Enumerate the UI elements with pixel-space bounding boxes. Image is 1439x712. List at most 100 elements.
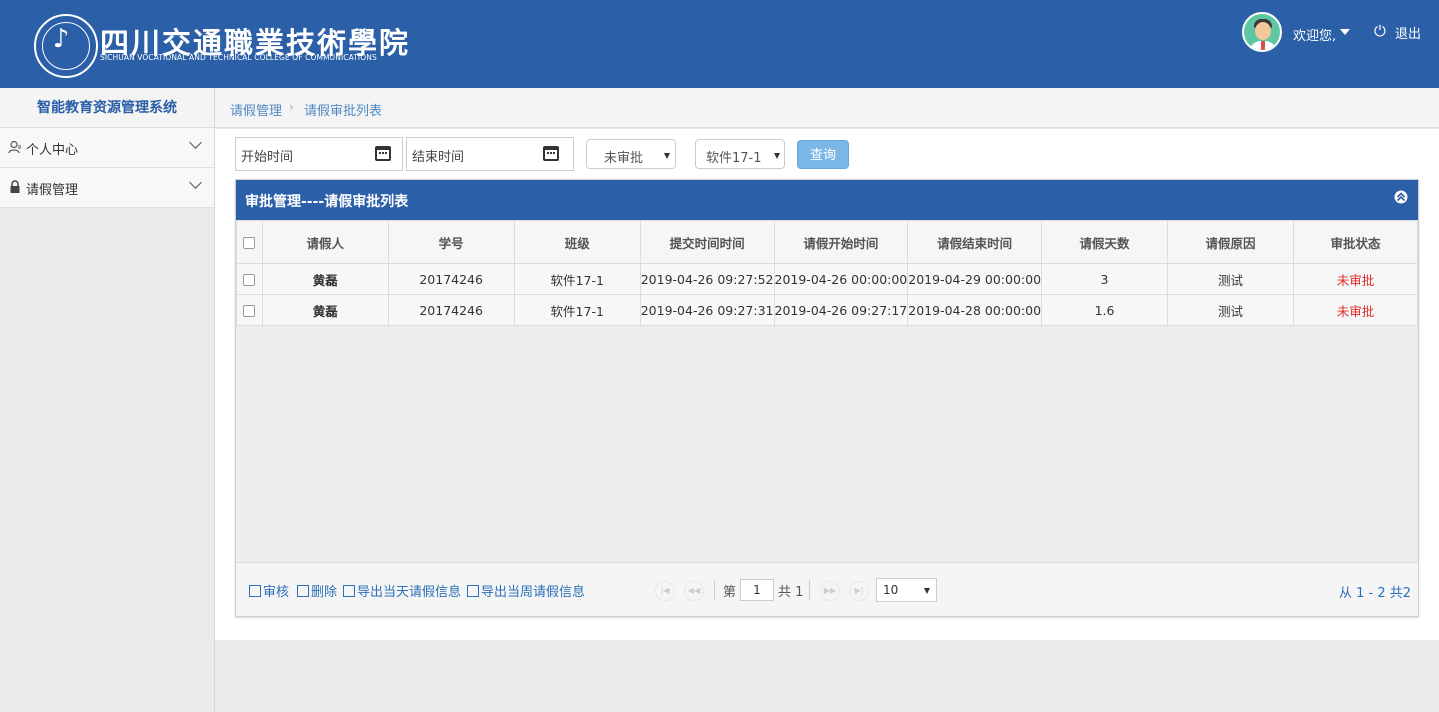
logo-emblem-icon: ♪ [52,24,70,54]
select-all-cell [236,220,263,264]
status-select-value: 未审批 [604,151,644,166]
page-number-input[interactable]: 1 [740,579,774,601]
breadcrumb-item-leave-management[interactable]: 请假管理 [230,100,282,119]
table-header-row: 请假人 学号 班级 提交时间时间 请假开始时间 请假结束时间 请假天数 请假原因… [236,220,1419,264]
start-time-input[interactable]: 开始时间 [235,137,403,171]
dropdown-arrow-icon [664,153,670,159]
cell-student-id: 20174246 [387,263,515,295]
logout-link[interactable]: 退出 [1395,23,1421,42]
delete-action-label: 删除 [311,585,338,600]
edit-icon [343,585,355,597]
avatar-tie [1261,41,1265,50]
breadcrumb-item-approval-list[interactable]: 请假审批列表 [304,100,382,119]
end-time-input[interactable]: 结束时间 [406,137,574,171]
class-select[interactable]: 软件17-1 [695,139,785,169]
column-header[interactable]: 审批状态 [1292,220,1419,264]
delete-action[interactable]: 删除 [297,581,337,600]
cell-end-time: 2019-04-29 00:00:00 [907,263,1043,295]
cell-start-time: 2019-04-26 09:27:17 [773,294,909,326]
sidebar-item-leave-management[interactable]: 请假管理 [0,168,214,208]
collapse-icon[interactable] [1394,189,1408,205]
edit-icon [297,585,309,597]
cell-start-time: 2019-04-26 00:00:00 [773,263,909,295]
pager-divider [809,580,810,600]
next-page-icon[interactable]: ▶▶ [820,581,840,601]
cell-reason: 测试 [1166,294,1294,326]
column-header[interactable]: 请假原因 [1166,220,1294,264]
column-header[interactable]: 请假人 [261,220,389,264]
page-size-select[interactable]: 10 [876,578,937,602]
sidebar: 智能教育资源管理系统 个人中心 请假管理 [0,88,215,712]
cell-submit-time: 2019-04-26 09:27:52 [639,263,775,295]
approve-action-label: 审核 [263,585,290,600]
cell-end-time: 2019-04-28 00:00:00 [907,294,1043,326]
sidebar-item-personal-center[interactable]: 个人中心 [0,128,214,168]
select-all-checkbox[interactable] [243,237,256,249]
record-range: 从 1 - 2 共2 [1339,586,1412,601]
column-header[interactable]: 学号 [387,220,515,264]
table-row[interactable]: 黄磊 20174246 软件17-1 2019-04-26 09:27:52 2… [236,263,1419,295]
row-checkbox[interactable] [243,305,256,317]
row-select-cell [236,263,263,295]
row-checkbox[interactable] [243,274,256,286]
school-logo: ♪ [34,14,98,78]
welcome-text[interactable]: 欢迎您, [1293,25,1336,44]
export-today-label: 导出当天请假信息 [357,585,462,600]
panel-footer: 审核 删除 导出当天请假信息 导出当周请假信息 |◀ ◀◀ 第 1 共 1 ▶▶… [236,562,1418,616]
last-page-icon[interactable]: ▶| [849,581,869,601]
cell-submit-time: 2019-04-26 09:27:31 [639,294,775,326]
export-week-label: 导出当周请假信息 [481,585,586,600]
top-header: ♪ 四川交通職業技術學院 SICHUAN VOCATIONAL AND TECH… [0,0,1439,88]
cell-applicant: 黄磊 [261,263,389,295]
page-total: 共 1 [778,585,804,600]
calendar-icon[interactable] [543,146,559,161]
column-header[interactable]: 请假开始时间 [773,220,909,264]
breadcrumb: 请假管理 › 请假审批列表 [215,88,1439,128]
dropdown-arrow-icon [774,153,780,159]
chevron-down-icon [189,176,202,189]
status-select[interactable]: 未审批 [586,139,676,169]
cell-class: 软件17-1 [513,263,641,295]
table-row[interactable]: 黄磊 20174246 软件17-1 2019-04-26 09:27:31 2… [236,294,1419,326]
first-page-icon[interactable]: |◀ [655,581,675,601]
cell-applicant: 黄磊 [261,294,389,326]
column-header[interactable]: 班级 [513,220,641,264]
query-button[interactable]: 查询 [797,140,849,169]
calendar-icon[interactable] [375,146,391,161]
school-name-en: SICHUAN VOCATIONAL AND TECHNICAL COLLEGE… [100,53,377,62]
pager-divider [714,580,715,600]
cell-status: 未审批 [1292,263,1419,295]
system-title: 智能教育资源管理系统 [0,88,214,128]
user-avatar[interactable] [1242,12,1282,52]
lock-icon [8,180,22,194]
cell-student-id: 20174246 [387,294,515,326]
column-header[interactable]: 提交时间时间 [639,220,775,264]
column-header[interactable]: 请假天数 [1041,220,1168,264]
cell-status: 未审批 [1292,294,1419,326]
start-time-placeholder: 开始时间 [241,150,294,165]
user-icon [8,140,22,154]
prev-page-icon[interactable]: ◀◀ [684,581,704,601]
class-select-value: 软件17-1 [706,151,762,166]
approval-table: 请假人 学号 班级 提交时间时间 请假开始时间 请假结束时间 请假天数 请假原因… [236,220,1419,326]
export-week-action[interactable]: 导出当周请假信息 [467,581,585,600]
sidebar-item-label: 个人中心 [26,143,79,158]
approve-action[interactable]: 审核 [249,581,289,600]
panel-title: 审批管理----请假审批列表 [245,194,409,210]
edit-icon [249,585,261,597]
chevron-down-icon [189,136,202,149]
cell-days: 1.6 [1041,294,1168,326]
export-today-action[interactable]: 导出当天请假信息 [343,581,461,600]
user-menu-caret-icon[interactable] [1340,29,1350,35]
page-size-value: 10 [883,583,899,597]
cell-class: 软件17-1 [513,294,641,326]
breadcrumb-separator-icon: › [289,100,294,114]
edit-icon [467,585,479,597]
end-time-placeholder: 结束时间 [412,150,465,165]
power-icon[interactable]: ⏻ [1374,22,1386,40]
page-prefix: 第 [723,585,737,600]
cell-days: 3 [1041,263,1168,295]
approval-panel: 审批管理----请假审批列表 请假人 学号 班级 提交时间时间 请假开始时间 请… [235,179,1419,617]
panel-header: 审批管理----请假审批列表 [236,180,1418,220]
column-header[interactable]: 请假结束时间 [907,220,1043,264]
